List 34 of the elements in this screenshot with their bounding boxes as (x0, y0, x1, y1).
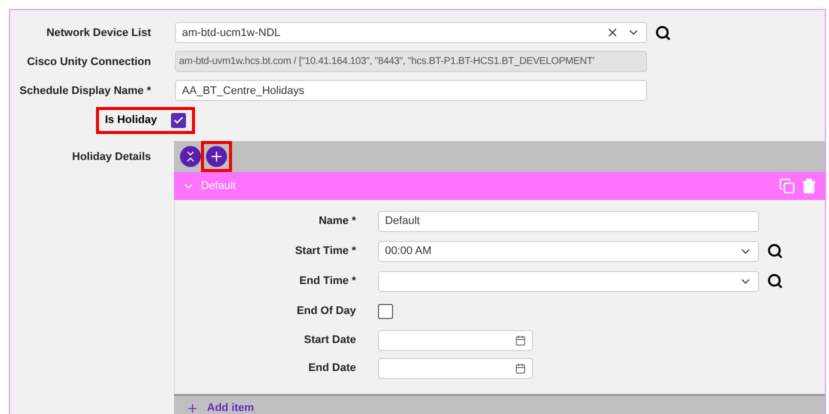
calendar-icon[interactable] (515, 334, 526, 346)
select-field[interactable]: am-btd-ucm1w-NDL (175, 22, 647, 43)
input-field[interactable]: am-btd-uvm1w.hcs.bt.com / ["10.41.164.103", "8443", "hcs.BT-P1.BT-HCS1.BT_DEVELOPMENT' (175, 51, 647, 72)
field-label: Start Date (303, 334, 356, 346)
field-label: Holiday Details (71, 150, 151, 162)
input-field[interactable]: AA_BT_Centre_Holidays (175, 80, 647, 101)
date-field[interactable] (378, 358, 533, 378)
field-label: Start Time * (294, 245, 356, 257)
add-button[interactable] (206, 146, 227, 167)
field-label: End Of Day (296, 305, 356, 317)
field-label: Cisco Unity Connection (26, 56, 151, 68)
field-label: End Date (307, 362, 356, 374)
date-field[interactable] (378, 330, 533, 350)
plus-icon (186, 402, 199, 414)
select-field[interactable]: 00:00 AM (378, 240, 759, 262)
collapse-button[interactable] (180, 146, 201, 167)
search-icon[interactable] (767, 243, 783, 259)
clear-icon[interactable] (606, 26, 619, 39)
field-label: End Time * (298, 275, 356, 287)
field-label: Schedule Display Name * (18, 84, 151, 96)
check-icon (172, 114, 184, 126)
field-label: Name * (318, 215, 356, 227)
item-title: Default (201, 180, 237, 192)
plus-icon (209, 149, 224, 164)
search-icon[interactable] (767, 273, 783, 289)
field-label: Network Device List (45, 26, 151, 38)
input-field[interactable]: Default (378, 210, 759, 232)
calendar-icon[interactable] (515, 362, 526, 374)
select-field[interactable] (378, 270, 759, 292)
search-icon[interactable] (655, 24, 671, 40)
checkbox[interactable] (170, 112, 186, 128)
checkbox[interactable] (378, 304, 393, 318)
add-item-button[interactable]: Add item (174, 394, 825, 414)
field-label: Is Holiday (105, 114, 157, 126)
